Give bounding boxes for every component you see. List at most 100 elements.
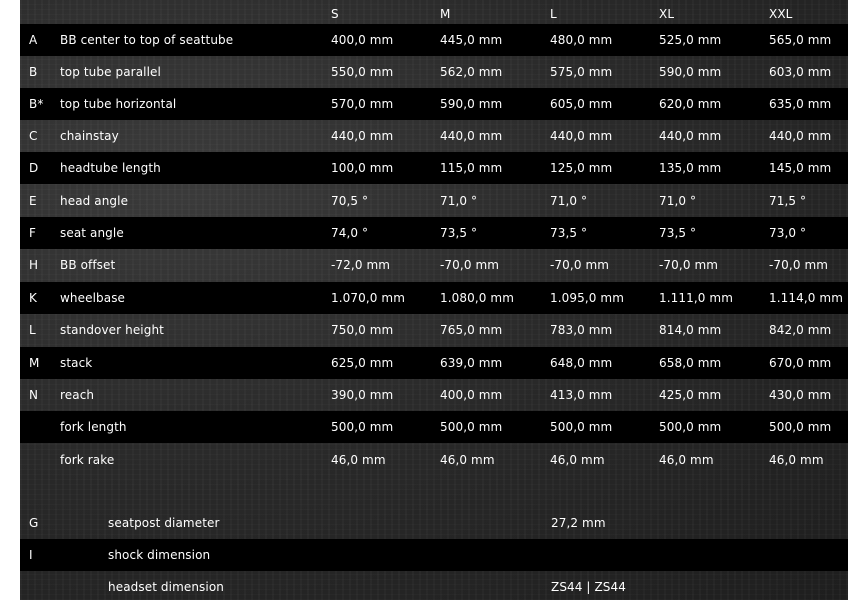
value-m: 765,0 mm: [440, 323, 503, 337]
row-label: seat angle: [60, 226, 124, 240]
value-m: 115,0 mm: [440, 161, 503, 175]
value-s: 100,0 mm: [331, 161, 394, 175]
value-l: 71,0 °: [550, 194, 588, 208]
row-label: top tube parallel: [60, 65, 161, 79]
value-xl: 658,0 mm: [659, 356, 722, 370]
row-label: stack: [60, 356, 93, 370]
table-row: fork rake 46,0 mm 46,0 mm 46,0 mm 46,0 m…: [20, 444, 848, 476]
value-xl: 620,0 mm: [659, 97, 722, 111]
value-m: 562,0 mm: [440, 65, 503, 79]
value-xxl: 842,0 mm: [769, 323, 832, 337]
value-s: 750,0 mm: [331, 323, 394, 337]
value-m: 46,0 mm: [440, 453, 495, 467]
spec-row: I shock dimension: [20, 539, 848, 571]
spec-label: seatpost diameter: [108, 516, 220, 530]
value-l: 648,0 mm: [550, 356, 613, 370]
spec-row: headset dimension ZS44 | ZS44: [20, 571, 848, 600]
row-letter: C: [29, 129, 38, 143]
row-letter: K: [29, 291, 37, 305]
value-s: 500,0 mm: [331, 420, 394, 434]
row-letter: E: [29, 194, 37, 208]
value-l: 125,0 mm: [550, 161, 613, 175]
value-xl: -70,0 mm: [659, 258, 719, 272]
value-xxl: 1.114,0 mm: [769, 291, 843, 305]
row-letter: M: [29, 356, 40, 370]
table-row: C chainstay 440,0 mm 440,0 mm 440,0 mm 4…: [20, 120, 848, 152]
row-letter: F: [29, 226, 37, 240]
row-label: top tube horizontal: [60, 97, 177, 111]
row-label: head angle: [60, 194, 129, 208]
table-row: N reach 390,0 mm 400,0 mm 413,0 mm 425,0…: [20, 379, 848, 411]
value-s: -72,0 mm: [331, 258, 391, 272]
value-l: 783,0 mm: [550, 323, 613, 337]
value-xl: 135,0 mm: [659, 161, 722, 175]
row-letter: L: [29, 323, 36, 337]
row-letter: [29, 444, 57, 476]
value-m: 71,0 °: [440, 194, 478, 208]
value-xxl: 430,0 mm: [769, 388, 832, 402]
table-row: H BB offset -72,0 mm -70,0 mm -70,0 mm -…: [20, 249, 848, 281]
value-m: -70,0 mm: [440, 258, 500, 272]
row-letter: H: [29, 258, 39, 272]
value-l: 605,0 mm: [550, 97, 613, 111]
value-xxl: 145,0 mm: [769, 161, 832, 175]
value-s: 550,0 mm: [331, 65, 394, 79]
table-row: F seat angle 74,0 ° 73,5 ° 73,5 ° 73,5 °…: [20, 217, 848, 249]
value-l: 73,5 °: [550, 226, 588, 240]
value-l: 1.095,0 mm: [550, 291, 624, 305]
value-m: 500,0 mm: [440, 420, 503, 434]
row-label: standover height: [60, 323, 164, 337]
value-xxl: 73,0 °: [769, 226, 807, 240]
table-row: B* top tube horizontal 570,0 mm 590,0 mm…: [20, 88, 848, 120]
spec-letter: I: [29, 548, 33, 562]
value-xl: 814,0 mm: [659, 323, 722, 337]
value-l: 46,0 mm: [550, 453, 605, 467]
value-xxl: 603,0 mm: [769, 65, 832, 79]
value-l: 440,0 mm: [550, 129, 613, 143]
value-s: 400,0 mm: [331, 33, 394, 47]
value-s: 70,5 °: [331, 194, 369, 208]
row-label: wheelbase: [60, 291, 126, 305]
row-label: BB offset: [60, 258, 116, 272]
table-row: M stack 625,0 mm 639,0 mm 648,0 mm 658,0…: [20, 347, 848, 379]
value-xxl: 500,0 mm: [769, 420, 832, 434]
value-xl: 440,0 mm: [659, 129, 722, 143]
row-letter: B*: [29, 97, 44, 111]
value-s: 570,0 mm: [331, 97, 394, 111]
value-s: 440,0 mm: [331, 129, 394, 143]
spec-letter: [29, 571, 57, 600]
value-xl: 525,0 mm: [659, 33, 722, 47]
value-s: 46,0 mm: [331, 453, 386, 467]
row-letter: A: [29, 33, 38, 47]
value-xl: 73,5 °: [659, 226, 697, 240]
spec-row: G seatpost diameter 27,2 mm: [20, 507, 848, 539]
value-xxl: 71,5 °: [769, 194, 807, 208]
table-row: D headtube length 100,0 mm 115,0 mm 125,…: [20, 152, 848, 184]
row-letter: [29, 411, 57, 443]
value-xl: 46,0 mm: [659, 453, 714, 467]
row-label: fork rake: [60, 453, 115, 467]
value-xl: 1.111,0 mm: [659, 291, 733, 305]
value-xl: 425,0 mm: [659, 388, 722, 402]
value-xl: 500,0 mm: [659, 420, 722, 434]
value-s: 390,0 mm: [331, 388, 394, 402]
row-label: fork length: [60, 420, 127, 434]
spec-label: shock dimension: [108, 548, 211, 562]
row-label: BB center to top of seattube: [60, 33, 234, 47]
table-row: A BB center to top of seattube 400,0 mm …: [20, 24, 848, 56]
value-l: 575,0 mm: [550, 65, 613, 79]
value-m: 400,0 mm: [440, 388, 503, 402]
value-s: 74,0 °: [331, 226, 369, 240]
table-row: E head angle 70,5 ° 71,0 ° 71,0 ° 71,0 °…: [20, 185, 848, 217]
table-row: B top tube parallel 550,0 mm 562,0 mm 57…: [20, 56, 848, 88]
table-row: L standover height 750,0 mm 765,0 mm 783…: [20, 314, 848, 346]
row-label: chainstay: [60, 129, 119, 143]
value-m: 73,5 °: [440, 226, 478, 240]
spec-value: [551, 539, 751, 571]
value-l: 413,0 mm: [550, 388, 613, 402]
value-l: 480,0 mm: [550, 33, 613, 47]
value-xxl: 565,0 mm: [769, 33, 832, 47]
row-letter: B: [29, 65, 38, 79]
value-xxl: 46,0 mm: [769, 453, 824, 467]
